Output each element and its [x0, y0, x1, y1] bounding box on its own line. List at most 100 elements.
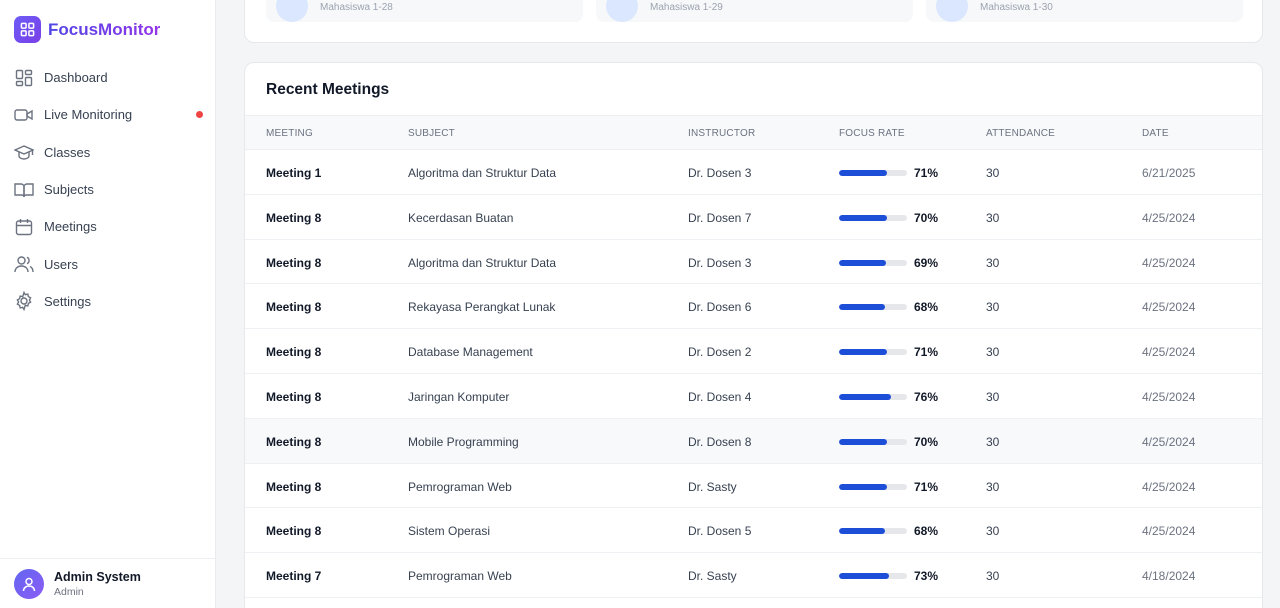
attendance-count: 30 — [986, 479, 1000, 494]
sidebar-item-meetings[interactable]: Meetings — [0, 208, 216, 245]
instructor-name: Dr. Dosen 3 — [688, 166, 752, 180]
table-row[interactable]: Meeting 8 Sistem Operasi Dr. Dosen 5 68% 30 4… — [245, 508, 1262, 554]
focus-rate-fill — [839, 349, 888, 356]
class-icon — [606, 0, 638, 22]
focus-rate-value: 70% — [914, 434, 939, 449]
table-row[interactable]: Meeting 8 Database Management Dr. Dosen 2 7… — [245, 329, 1262, 374]
users-icon — [14, 254, 34, 274]
sidebar-item-subjects[interactable]: Subjects — [0, 171, 216, 208]
instructor-name: Dr. Dosen 8 — [688, 434, 752, 449]
user-role: Admin — [54, 585, 84, 598]
book-icon — [14, 180, 34, 200]
class-card[interactable]: Mahasiswa 1-29 — [596, 0, 913, 22]
focus-rate-fill — [839, 170, 888, 176]
class-icon — [276, 0, 308, 22]
subject-name: Kecerdasan Buatan — [408, 210, 514, 225]
instructor-name: Dr. Dosen 5 — [688, 524, 752, 539]
meeting-name: Meeting 8 — [266, 434, 322, 449]
user-profile[interactable]: Admin System Admin — [0, 558, 216, 608]
focus-rate-value: 76% — [914, 389, 939, 404]
focus-rate-value: 70% — [914, 210, 939, 225]
gear-icon — [14, 291, 34, 312]
subject-name: Pemrograman Web — [408, 479, 512, 494]
meeting-name: Meeting 8 — [266, 479, 322, 494]
focus-rate-bar — [839, 304, 907, 311]
subject-name: Algoritma dan Struktur Data — [408, 166, 557, 180]
app-logo-icon — [14, 16, 41, 43]
column-header-date[interactable]: DATE — [1142, 128, 1169, 139]
instructor-name: Dr. Dosen 2 — [688, 345, 752, 360]
focus-rate-value: 69% — [914, 255, 939, 270]
table-row[interactable]: Meeting 8 Algoritma dan Struktur Data Dr. … — [245, 239, 1262, 285]
column-header-meeting[interactable]: MEETING — [266, 128, 313, 139]
column-header-instructor[interactable]: INSTRUCTOR — [688, 128, 755, 139]
meeting-date: 4/25/2024 — [1142, 434, 1196, 449]
sidebar-item-dashboard[interactable]: Dashboard — [0, 59, 216, 96]
meeting-date: 4/25/2024 — [1142, 300, 1196, 315]
sidebar-item-label: Subjects — [44, 182, 94, 198]
sidebar-item-classes[interactable]: Classes — [0, 134, 216, 171]
focus-rate-bar — [839, 438, 907, 445]
attendance-count: 30 — [986, 345, 1000, 360]
focus-rate-fill — [839, 393, 891, 400]
meeting-date: 4/25/2024 — [1142, 345, 1196, 360]
subject-name: Jaringan Komputer — [408, 389, 510, 404]
sidebar-item-settings[interactable]: Settings — [0, 283, 216, 320]
meeting-date: 4/25/2024 — [1142, 389, 1196, 404]
instructor-name: Dr. Dosen 6 — [688, 300, 752, 315]
subject-name: Algoritma dan Struktur Data — [408, 255, 557, 270]
attendance-count: 30 — [986, 524, 1000, 539]
class-summary-card: Mahasiswa 1-28 Mahasiswa 1-29 Mahasiswa … — [244, 0, 1263, 43]
focus-rate-fill — [839, 438, 887, 445]
focus-rate-bar — [839, 214, 907, 221]
table-row[interactable]: Meeting 8 Mobile Programming Dr. Dosen 8 70… — [245, 418, 1262, 464]
sidebar-item-label: Meetings — [44, 219, 97, 235]
sidebar: FocusMonitor Dashboard Live Monitoring C… — [0, 0, 216, 608]
meeting-date: 4/18/2024 — [1142, 569, 1196, 584]
column-header-subject[interactable]: SUBJECT — [408, 128, 455, 139]
table-row[interactable]: Meeting 8 Kecerdasan Buatan Dr. Dosen 7 70%… — [245, 194, 1262, 240]
attendance-count: 30 — [986, 255, 1000, 270]
user-name: Admin System — [54, 569, 141, 584]
brand[interactable]: FocusMonitor — [14, 16, 160, 43]
sidebar-item-users[interactable]: Users — [0, 245, 216, 282]
table-row[interactable]: Meeting 8 Pemrograman Web Dr. Sasty 71% 30 4/… — [245, 463, 1262, 509]
table-row[interactable]: Meeting 7 Pemrograman Web Dr. Sasty 73% 30 4/… — [245, 553, 1262, 598]
column-header-focus-rate[interactable]: FOCUS RATE — [839, 128, 905, 139]
video-icon — [14, 105, 34, 125]
instructor-name: Dr. Dosen 3 — [688, 255, 752, 270]
app-name: FocusMonitor — [48, 19, 161, 39]
attendance-count: 30 — [986, 166, 1000, 180]
focus-rate-fill — [839, 304, 886, 311]
class-card-label: Mahasiswa 1-29 — [650, 2, 723, 13]
table-row[interactable]: Meeting 8 Jaringan Komputer Dr. Dosen 4 76%… — [245, 373, 1262, 419]
table-row[interactable]: Meeting 8 Rekayasa Perangkat Lunak Dr. Dos… — [245, 284, 1262, 330]
focus-rate-bar — [839, 349, 907, 356]
meeting-name: Meeting 8 — [266, 300, 322, 315]
meeting-date: 4/25/2024 — [1142, 255, 1196, 270]
focus-rate-value: 73% — [914, 569, 939, 584]
sidebar-item-label: Users — [44, 256, 78, 272]
attendance-count: 30 — [986, 569, 1000, 584]
meetings-table: MEETING SUBJECT INSTRUCTOR FOCUS RATE AT… — [245, 115, 1262, 598]
focus-rate-value: 68% — [914, 524, 939, 539]
meeting-date: 4/25/2024 — [1142, 479, 1196, 494]
instructor-name: Dr. Sasty — [688, 479, 737, 494]
focus-rate-value: 71% — [914, 345, 939, 360]
instructor-name: Dr. Sasty — [688, 569, 737, 584]
sidebar-nav: Dashboard Live Monitoring Classes Subjec… — [0, 59, 216, 320]
sidebar-item-label: Settings — [44, 293, 91, 309]
focus-rate-bar — [839, 170, 907, 176]
class-card[interactable]: Mahasiswa 1-28 — [266, 0, 583, 22]
class-icon — [936, 0, 968, 22]
meeting-name: Meeting 8 — [266, 255, 322, 270]
recent-meetings-card: Recent Meetings MEETING SUBJECT INSTRUCT… — [244, 62, 1263, 608]
column-header-attendance[interactable]: ATTENDANCE — [986, 128, 1055, 139]
calendar-icon — [14, 217, 34, 237]
table-row[interactable]: Meeting 1 Algoritma dan Struktur Data Dr. … — [245, 150, 1262, 195]
instructor-name: Dr. Dosen 4 — [688, 389, 752, 404]
table-body: Meeting 1 Algoritma dan Struktur Data Dr. … — [245, 150, 1262, 598]
meeting-name: Meeting 8 — [266, 524, 322, 539]
class-card[interactable]: Mahasiswa 1-30 — [926, 0, 1243, 22]
sidebar-item-live-monitoring[interactable]: Live Monitoring — [0, 96, 216, 133]
